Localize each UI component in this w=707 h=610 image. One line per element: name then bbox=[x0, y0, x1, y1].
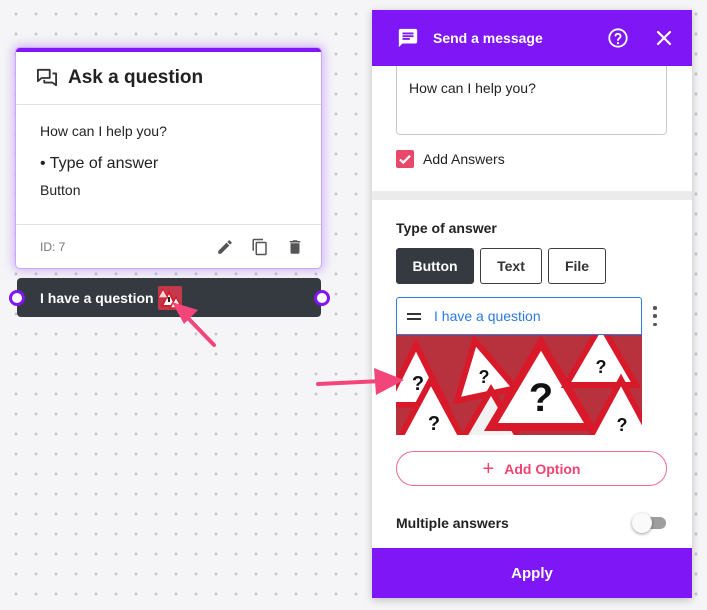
add-answers-checkbox[interactable] bbox=[396, 150, 414, 168]
node-body: How can I help you? • Type of answer But… bbox=[16, 105, 321, 198]
answer-thumbnail-image bbox=[157, 285, 182, 310]
type-button-button[interactable]: Button bbox=[396, 248, 474, 284]
add-option-label: Add Option bbox=[504, 460, 581, 477]
answer-option-label: I have a question bbox=[40, 289, 154, 306]
message-icon bbox=[398, 28, 418, 48]
message-textarea[interactable]: How can I help you? bbox=[396, 66, 667, 135]
copy-icon[interactable] bbox=[250, 237, 270, 257]
add-answers-label: Add Answers bbox=[423, 151, 505, 167]
delete-icon[interactable] bbox=[285, 237, 305, 257]
node-prompt: How can I help you? bbox=[40, 123, 167, 139]
output-port[interactable] bbox=[314, 290, 330, 306]
option-text[interactable]: I have a question bbox=[434, 308, 541, 324]
send-message-panel: Send a message How can I help you? Add A… bbox=[372, 10, 692, 598]
multiple-answers-toggle[interactable] bbox=[632, 513, 668, 533]
answer-type-selector: Button Text File bbox=[396, 248, 612, 284]
multiple-answers-label: Multiple answers bbox=[396, 515, 509, 531]
section-divider bbox=[372, 191, 692, 200]
svg-text:?: ? bbox=[596, 357, 607, 377]
more-options-icon[interactable] bbox=[650, 306, 660, 326]
type-of-answer-label: Type of answer bbox=[396, 220, 497, 236]
node-id: ID: 7 bbox=[40, 239, 66, 254]
svg-text:?: ? bbox=[617, 415, 628, 435]
node-title: Ask a question bbox=[68, 67, 204, 88]
node-header: Ask a question bbox=[16, 52, 321, 105]
type-button-file[interactable]: File bbox=[548, 248, 606, 284]
apply-button[interactable]: Apply bbox=[372, 548, 692, 598]
close-icon[interactable] bbox=[650, 24, 678, 52]
svg-text:?: ? bbox=[529, 376, 553, 420]
plus-icon: + bbox=[482, 457, 495, 480]
question-answer-icon bbox=[37, 68, 57, 87]
node-type-label: • Type of answer bbox=[40, 155, 159, 172]
svg-text:?: ? bbox=[412, 373, 424, 395]
panel-header: Send a message bbox=[372, 10, 692, 66]
svg-text:?: ? bbox=[428, 413, 440, 435]
input-port[interactable] bbox=[9, 290, 25, 306]
svg-text:?: ? bbox=[479, 367, 490, 387]
ask-question-node[interactable]: Ask a question How can I help you? • Typ… bbox=[16, 48, 321, 268]
help-icon[interactable] bbox=[604, 24, 632, 52]
drag-handle-icon[interactable] bbox=[407, 311, 421, 321]
node-type-value: Button bbox=[40, 182, 81, 198]
option-input[interactable]: I have a question bbox=[396, 297, 642, 335]
panel-title: Send a message bbox=[433, 30, 543, 46]
add-option-button[interactable]: + Add Option bbox=[396, 451, 667, 486]
node-footer: ID: 7 bbox=[16, 224, 321, 268]
type-button-text[interactable]: Text bbox=[480, 248, 542, 284]
answer-option-bar[interactable]: I have a question bbox=[17, 278, 321, 317]
edit-icon[interactable] bbox=[215, 237, 235, 257]
option-image: ? ? ? ? ? ? bbox=[396, 335, 642, 435]
add-answers-row[interactable]: Add Answers bbox=[396, 150, 505, 168]
